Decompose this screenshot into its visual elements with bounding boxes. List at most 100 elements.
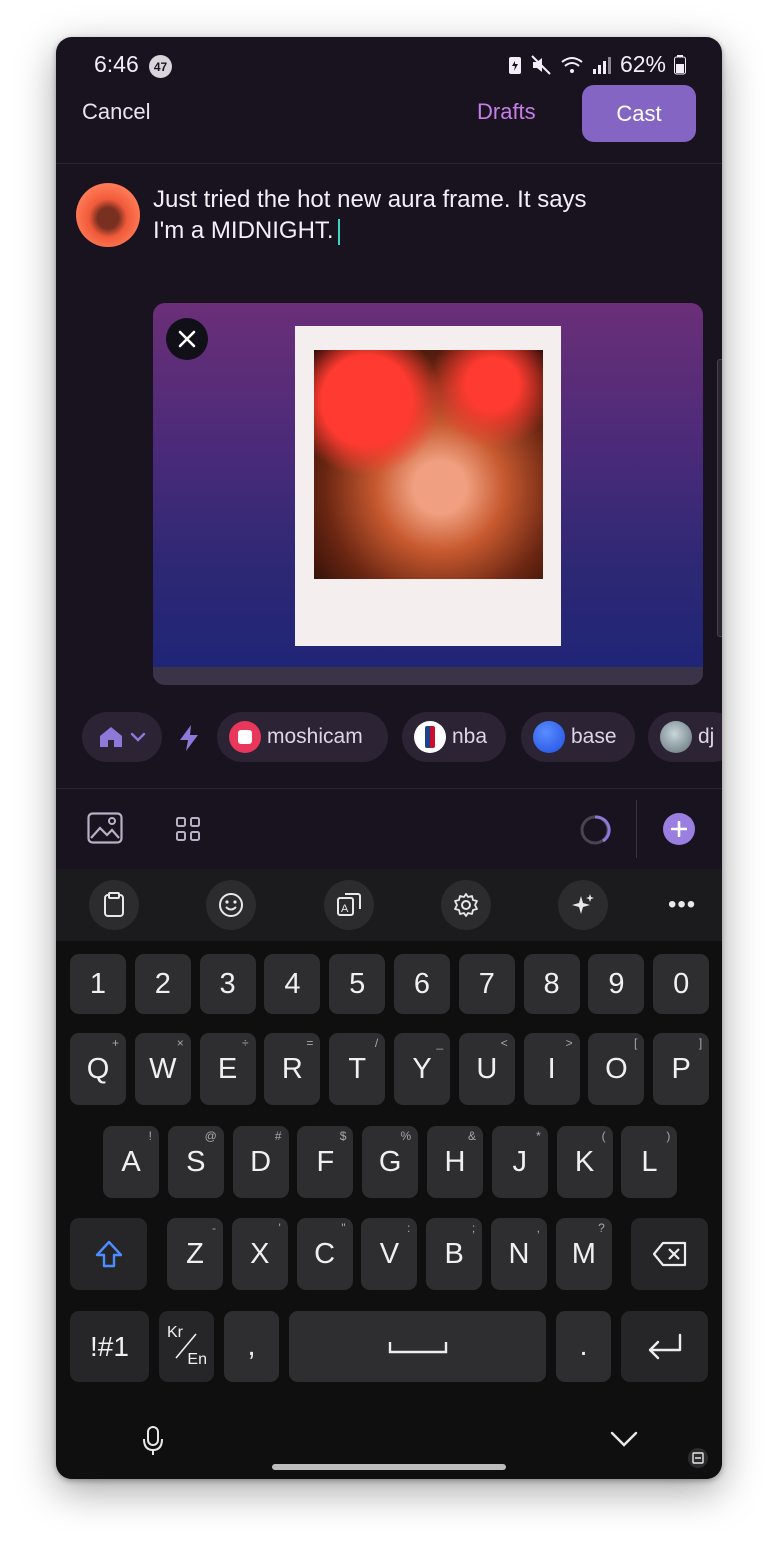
key-a[interactable]: A! [103,1126,159,1198]
key-w[interactable]: W × [134,1033,191,1105]
key-secondary-label: ? [598,1221,605,1235]
channel-home-selector[interactable] [82,712,162,762]
enter-key[interactable] [621,1311,708,1382]
key-n[interactable]: N, [491,1218,547,1290]
clipboard-button[interactable] [89,880,139,930]
key-v[interactable]: V: [361,1218,418,1290]
key-r[interactable]: R = [264,1033,321,1105]
key-label: 4 [284,967,301,1000]
key-j[interactable]: J * [491,1126,548,1198]
home-indicator[interactable] [272,1464,506,1470]
key-m[interactable]: M? [555,1218,612,1290]
gear-icon [454,893,478,917]
key-b[interactable]: B; [426,1218,483,1290]
key-secondary-label: ] [698,1036,703,1050]
shift-key[interactable] [70,1218,147,1290]
language-switch-key[interactable]: Kr En [159,1311,214,1382]
key-x[interactable]: X ' [231,1218,288,1290]
image-icon[interactable] [87,812,123,844]
key-o[interactable]: O[ [588,1033,645,1105]
channel-label: nba [452,725,488,748]
key-label: P [671,1052,691,1085]
keyboard-toolbar [56,869,722,941]
key-4[interactable]: 4 [264,954,321,1014]
lightning-icon[interactable] [177,724,201,752]
key-c[interactable]: C " [296,1218,353,1290]
key-5[interactable]: 5 [329,954,386,1014]
key-6[interactable]: 6 [394,954,450,1014]
add-cast-button[interactable] [663,813,695,845]
hide-keyboard-chevron-icon[interactable] [610,1431,638,1447]
embed-scrollbar[interactable] [717,359,722,637]
key-secondary-label: [ [634,1036,638,1050]
channel-chip-nba[interactable]: nba [402,712,506,762]
ai-sparkle-button[interactable] [558,880,608,930]
key-g[interactable]: G% [362,1126,419,1198]
status-time: 6:46 [94,51,139,77]
key-e[interactable]: E ÷ [199,1033,256,1105]
key-h[interactable]: H & [427,1126,483,1198]
key-label: 8 [543,967,560,1000]
key-label: F [316,1145,335,1178]
key-label: I [547,1052,556,1085]
key-f[interactable]: F $ [297,1126,354,1198]
key-label: G [378,1145,402,1178]
key-s[interactable]: S @ [167,1126,224,1198]
toolbar-separator [636,800,637,858]
translate-button[interactable]: A [324,880,374,930]
microphone-icon[interactable] [142,1425,164,1457]
channel-chip-base[interactable]: base [521,712,635,762]
character-count-ring-icon [580,815,611,845]
key-t[interactable]: T / [329,1033,386,1105]
space-key[interactable] [289,1311,546,1382]
channel-chip-dj[interactable]: dj [648,712,722,762]
key-label: 1 [89,967,107,1000]
key-7[interactable]: 7 [458,954,515,1014]
key-y[interactable]: Y _ [394,1033,450,1105]
key-label: K [574,1145,595,1178]
key-q[interactable]: Q + [70,1033,126,1105]
shift-arrow-icon [95,1240,122,1268]
key-label: 2 [154,967,171,1000]
key-u[interactable]: U < [458,1033,515,1105]
key-k[interactable]: K( [556,1126,613,1198]
key-1[interactable]: 1 [70,954,126,1014]
cast-text-input[interactable]: Just tried the hot new aura frame. It sa… [153,184,673,246]
period-key[interactable]: . [556,1311,611,1382]
drafts-button[interactable]: Drafts [477,99,536,125]
key-2[interactable]: 2 [134,954,191,1014]
screenshot-scan-icon[interactable] [687,1447,709,1469]
translate-icon: A [337,893,361,916]
key-label: E [217,1052,238,1085]
key-0[interactable]: 0 [653,954,710,1014]
base-logo-icon [533,721,565,753]
symbols-key[interactable]: !#1 [70,1311,149,1382]
key-p[interactable]: P] [653,1033,710,1105]
key-l[interactable]: L) [621,1126,678,1198]
backspace-key[interactable] [631,1218,708,1290]
key-i[interactable]: I > [523,1033,580,1105]
cast-button[interactable]: Cast [582,85,696,142]
svg-text:A: A [341,903,349,915]
key-secondary-label: > [565,1036,573,1050]
plus-icon [671,821,687,837]
emoji-button[interactable] [206,880,256,930]
polaroid-frame [295,326,561,646]
wifi-icon [561,56,583,73]
cancel-button[interactable]: Cancel [82,99,150,125]
key-label: !#1 [90,1330,129,1362]
mute-icon [531,54,551,75]
settings-button[interactable] [441,880,491,930]
key-3[interactable]: 3 [199,954,256,1014]
key-d[interactable]: D # [232,1126,289,1198]
more-options-icon[interactable]: ••• [668,891,696,919]
channel-chip-moshicam[interactable]: moshicam [217,712,388,762]
key-8[interactable]: 8 [523,954,580,1014]
grid-icon[interactable] [176,817,200,841]
comma-key[interactable]: , [224,1311,279,1382]
text-cursor [337,218,340,245]
globe-logo-icon [660,721,692,753]
key-z[interactable]: Z- [167,1218,223,1290]
key-9[interactable]: 9 [588,954,645,1014]
remove-embed-button[interactable] [166,318,208,360]
